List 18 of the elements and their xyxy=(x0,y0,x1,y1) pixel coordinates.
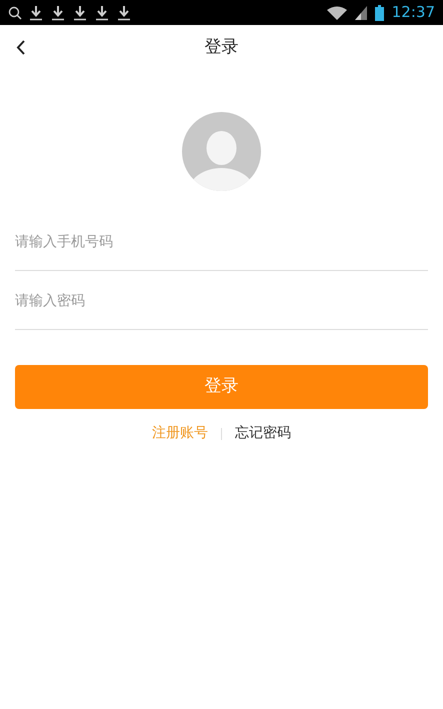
avatar-icon xyxy=(182,112,261,191)
wifi-icon xyxy=(326,6,347,20)
status-time: 12:37 xyxy=(392,2,435,24)
search-icon xyxy=(8,6,22,20)
download-icon xyxy=(96,4,108,20)
back-icon[interactable] xyxy=(16,40,26,55)
page-title: 登录 xyxy=(204,36,238,59)
download-icon xyxy=(118,4,130,20)
register-link[interactable]: 注册账号 xyxy=(152,423,208,444)
signal-icon xyxy=(354,6,367,20)
forgot-password-link[interactable]: 忘记密码 xyxy=(235,423,291,444)
download-icon xyxy=(30,4,42,20)
download-icon xyxy=(74,4,86,20)
password-field[interactable]: 请输入密码 xyxy=(15,271,428,330)
phone-field[interactable]: 请输入手机号码 xyxy=(15,212,428,271)
download-icon xyxy=(52,4,64,20)
battery-icon xyxy=(374,4,384,20)
login-button[interactable]: 登录 xyxy=(15,365,428,409)
